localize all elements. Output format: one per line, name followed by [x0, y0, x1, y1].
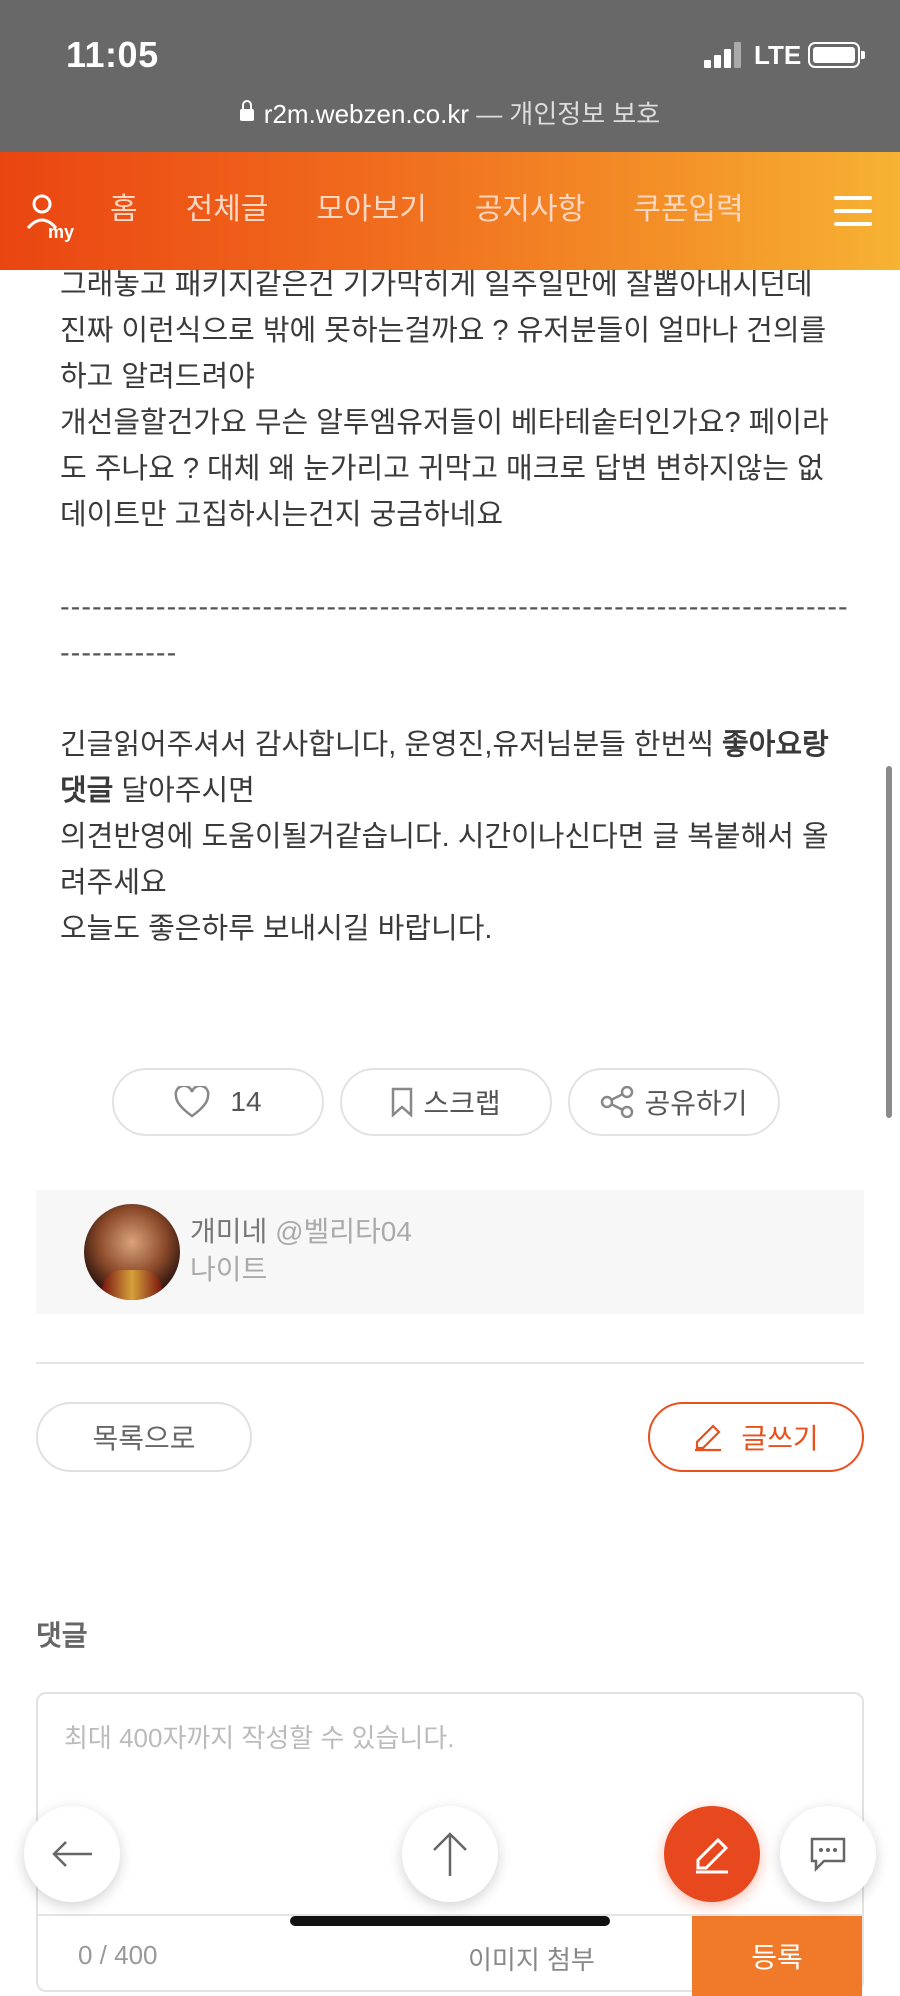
divider	[36, 1362, 864, 1364]
article-line: 그래놓고 패키지같은건 기가막히게 일주일만에 잘뽑아내시던데	[60, 269, 813, 301]
avatar	[84, 1204, 180, 1300]
separator-line: ----------------------------------------…	[60, 591, 849, 669]
closing-text: 긴글읽어주셔서 감사합니다, 운영진,유저님분들 한번씩	[60, 729, 722, 761]
closing-text: 달아주시면	[113, 775, 255, 807]
article-closing-2: 의견반영에 도움이될거같습니다. 시간이나신다면 글 복붙해서 올려주세요	[60, 821, 829, 899]
article-body: 그래놓고 패키지같은건 기가막히게 일주일만에 잘뽑아내시던데 진짜 이런식으로…	[60, 262, 850, 952]
author-name: 개미네	[190, 1216, 268, 1247]
author-card[interactable]: 개미네 @벨리타04 나이트	[36, 1190, 864, 1314]
submit-comment-button[interactable]: 등록	[692, 1916, 862, 1996]
scrollbar[interactable]	[886, 766, 892, 1118]
comment-footer: 0 / 400 이미지 첨부 등록	[38, 1914, 862, 1996]
bookmark-icon	[392, 1087, 413, 1117]
article-line: 진짜 이런식으로 밖에 못하는걸까요 ? 유저분들이 얼마나 건의를 하고 알려…	[60, 315, 827, 393]
heart-icon	[174, 1086, 210, 1118]
top-nav: my 홈 전체글 모아보기 공지사항 쿠폰입력	[0, 152, 900, 270]
write-post-button[interactable]: 글쓰기	[648, 1402, 864, 1472]
article-closing-3: 오늘도 좋은하루 보내시길 바랍니다.	[60, 913, 493, 945]
arrow-left-icon	[52, 1841, 92, 1867]
scrap-label: 스크랩	[423, 1088, 501, 1119]
lock-icon	[239, 100, 254, 121]
chat-bubble-icon	[810, 1837, 846, 1873]
clock: 11:05	[66, 34, 159, 75]
share-button[interactable]: 공유하기	[568, 1068, 780, 1136]
post-actions: 14 스크랩 공유하기	[112, 1068, 780, 1136]
author-class: 나이트	[190, 1254, 268, 1285]
compose-button[interactable]	[664, 1806, 760, 1902]
pencil-icon	[696, 1837, 729, 1874]
network-type: LTE	[754, 40, 802, 70]
pencil-icon	[695, 1424, 722, 1452]
article-line: 개선을할건가요 무슨 알투엠유저들이 베타테숱터인가요? 페이라도 주나요 ? …	[60, 407, 829, 531]
share-icon	[601, 1086, 634, 1118]
chat-button[interactable]	[780, 1806, 876, 1902]
nav-tab-home[interactable]: 홈	[110, 186, 138, 234]
like-count: 14	[230, 1086, 262, 1117]
hamburger-menu-icon[interactable]	[834, 196, 872, 226]
url-privacy-note: — 개인정보 보호	[468, 99, 661, 129]
comments-heading: 댓글	[36, 1620, 88, 1651]
cellular-signal-icon	[704, 42, 744, 68]
comment-input[interactable]: 최대 400자까지 작성할 수 있습니다.	[64, 1718, 454, 1755]
back-button[interactable]	[24, 1806, 120, 1902]
home-indicator[interactable]	[290, 1916, 610, 1926]
share-label: 공유하기	[644, 1088, 748, 1119]
my-profile-icon[interactable]: my	[24, 192, 80, 242]
char-counter: 0 / 400	[78, 1940, 158, 1970]
url-domain: r2m.webzen.co.kr	[263, 99, 469, 129]
article-closing: 긴글읽어주셔서 감사합니다, 운영진,유저님분들 한번씩 좋아요랑 댓글 달아주…	[60, 722, 850, 814]
author-handle: @벨리타04	[275, 1216, 412, 1247]
scrap-button[interactable]: 스크랩	[340, 1068, 552, 1136]
arrow-up-icon	[433, 1832, 467, 1876]
back-to-list-button[interactable]: 목록으로	[36, 1402, 252, 1472]
scroll-top-button[interactable]	[402, 1806, 498, 1902]
write-label: 글쓰기	[741, 1423, 819, 1454]
svg-text:my: my	[48, 222, 74, 242]
nav-tab-all-posts[interactable]: 전체글	[186, 186, 269, 234]
url-bar[interactable]: r2m.webzen.co.kr — 개인정보 보호	[0, 94, 900, 131]
nav-tab-collection[interactable]: 모아보기	[316, 186, 426, 234]
nav-tab-coupon[interactable]: 쿠폰입력	[633, 186, 743, 234]
battery-icon	[808, 42, 865, 68]
status-bar: 11:05 LTE r2m.webzen.co.kr — 개인정보 보호	[0, 0, 900, 152]
like-button[interactable]: 14	[112, 1068, 324, 1136]
image-attach-button[interactable]: 이미지 첨부	[468, 1940, 595, 1977]
nav-tab-notice[interactable]: 공지사항	[475, 186, 585, 234]
